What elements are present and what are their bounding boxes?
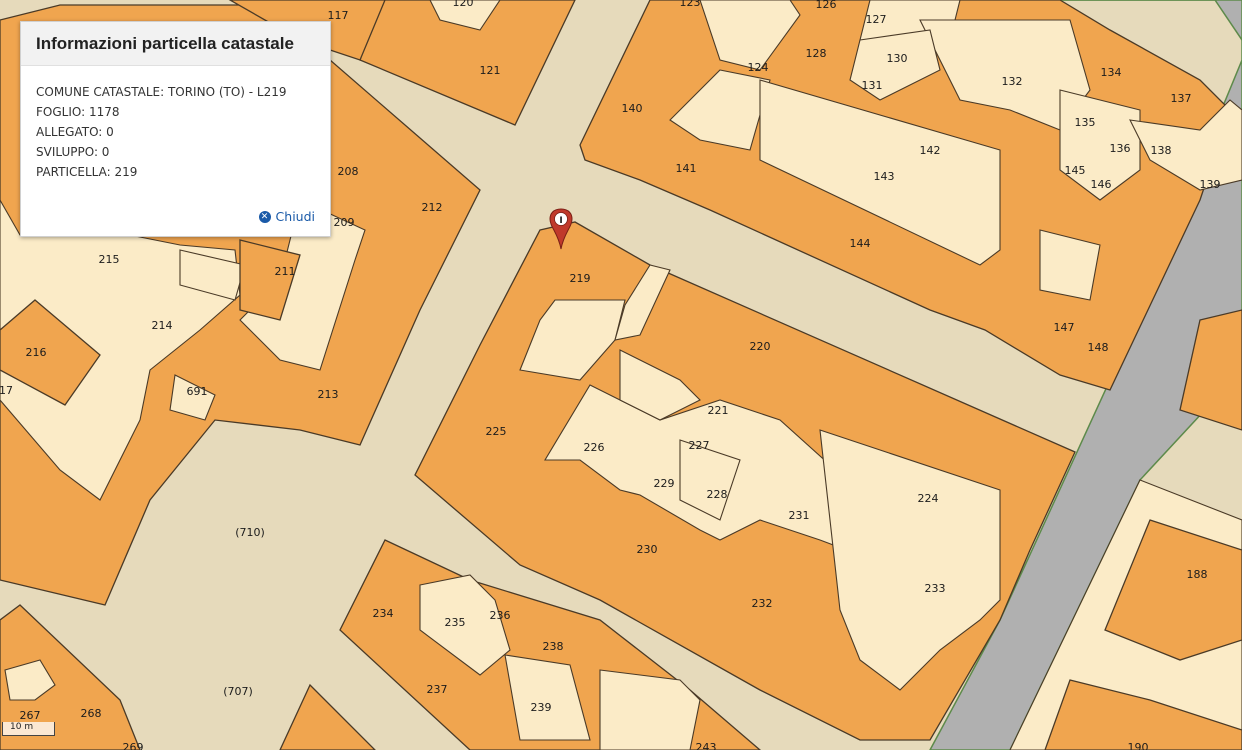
parcel-label: 120	[453, 0, 474, 9]
parcel-label: 268	[81, 707, 102, 720]
parcel-label: 17	[0, 384, 13, 397]
parcel-label: 142	[920, 144, 941, 157]
parcel-info-popup: Informazioni particella catastale COMUNE…	[20, 21, 331, 237]
parcel-label: 232	[752, 597, 773, 610]
parcel-label: 227	[689, 439, 710, 452]
parcel-label: 221	[708, 404, 729, 417]
parcel-label: 269	[123, 741, 144, 750]
parcel-label: 137	[1171, 92, 1192, 105]
parcel-label: 235	[445, 616, 466, 629]
parcel-label: 145	[1065, 164, 1086, 177]
scale-bar: 10 m	[2, 722, 55, 736]
parcel-label: 236	[490, 609, 511, 622]
parcel-label: 231	[789, 509, 810, 522]
parcel-label: 238	[543, 640, 564, 653]
parcel-label: 691	[187, 385, 208, 398]
parcel-label: 148	[1088, 341, 1109, 354]
parcel-label: 121	[480, 64, 501, 77]
parcel-label: 188	[1187, 568, 1208, 581]
parcel-label: 130	[887, 52, 908, 65]
parcel-label: 234	[373, 607, 394, 620]
parcel-label: 143	[874, 170, 895, 183]
sviluppo-row: SVILUPPO: 0	[36, 145, 110, 159]
parcel-label: 127	[866, 13, 887, 26]
parcel-label: 225	[486, 425, 507, 438]
parcel-label: 216	[26, 346, 47, 359]
popup-title: Informazioni particella catastale	[36, 34, 294, 53]
parcel-label: 141	[676, 162, 697, 175]
foglio-row: FOGLIO: 1178	[36, 105, 120, 119]
parcel-label: 132	[1002, 75, 1023, 88]
parcel-label: (707)	[223, 685, 253, 698]
parcel-label: 237	[427, 683, 448, 696]
close-label: Chiudi	[275, 209, 315, 224]
close-button[interactable]: ✕ Chiudi	[258, 209, 315, 224]
parcel-label: 128	[806, 47, 827, 60]
parcel-label: 146	[1091, 178, 1112, 191]
parcel-label: 124	[748, 61, 769, 74]
parcel-label: 226	[584, 441, 605, 454]
parcel-label: 136	[1110, 142, 1131, 155]
parcel-label: 230	[637, 543, 658, 556]
parcel-label: 229	[654, 477, 675, 490]
parcel-label: 144	[850, 237, 871, 250]
parcel-label: 208	[338, 165, 359, 178]
parcel-label: 126	[816, 0, 837, 11]
parcel-label: 213	[318, 388, 339, 401]
parcel-label: 214	[152, 319, 173, 332]
parcel-label: (710)	[235, 526, 265, 539]
parcel-label: 139	[1200, 178, 1221, 191]
parcel-label: 215	[99, 253, 120, 266]
parcel-label: 209	[334, 216, 355, 229]
parcel-label: 224	[918, 492, 939, 505]
parcel-label: 147	[1054, 321, 1075, 334]
parcel-label: 211	[275, 265, 296, 278]
close-circle-icon: ✕	[258, 210, 271, 223]
marker-label: I	[559, 216, 562, 226]
comune-row: COMUNE CATASTALE: TORINO (TO) - L219	[36, 85, 287, 99]
parcel-label: 135	[1075, 116, 1096, 129]
particella-row: PARTICELLA: 219	[36, 165, 138, 179]
parcel-label: 219	[570, 272, 591, 285]
parcel-label: 212	[422, 201, 443, 214]
parcel-label: 239	[531, 701, 552, 714]
parcel-label: 131	[862, 79, 883, 92]
popup-details: COMUNE CATASTALE: TORINO (TO) - L219 FOG…	[36, 82, 287, 182]
parcel-label: 220	[750, 340, 771, 353]
allegato-row: ALLEGATO: 0	[36, 125, 114, 139]
parcel-label: 134	[1101, 66, 1122, 79]
parcel-label: 140	[622, 102, 643, 115]
parcel-label: 123	[680, 0, 701, 9]
parcel-label: 138	[1151, 144, 1172, 157]
parcel-label: 267	[20, 709, 41, 722]
parcel-label: 233	[925, 582, 946, 595]
parcel-label: 228	[707, 488, 728, 501]
parcel-label: 243	[696, 741, 717, 750]
parcel-label: 190	[1128, 741, 1149, 750]
